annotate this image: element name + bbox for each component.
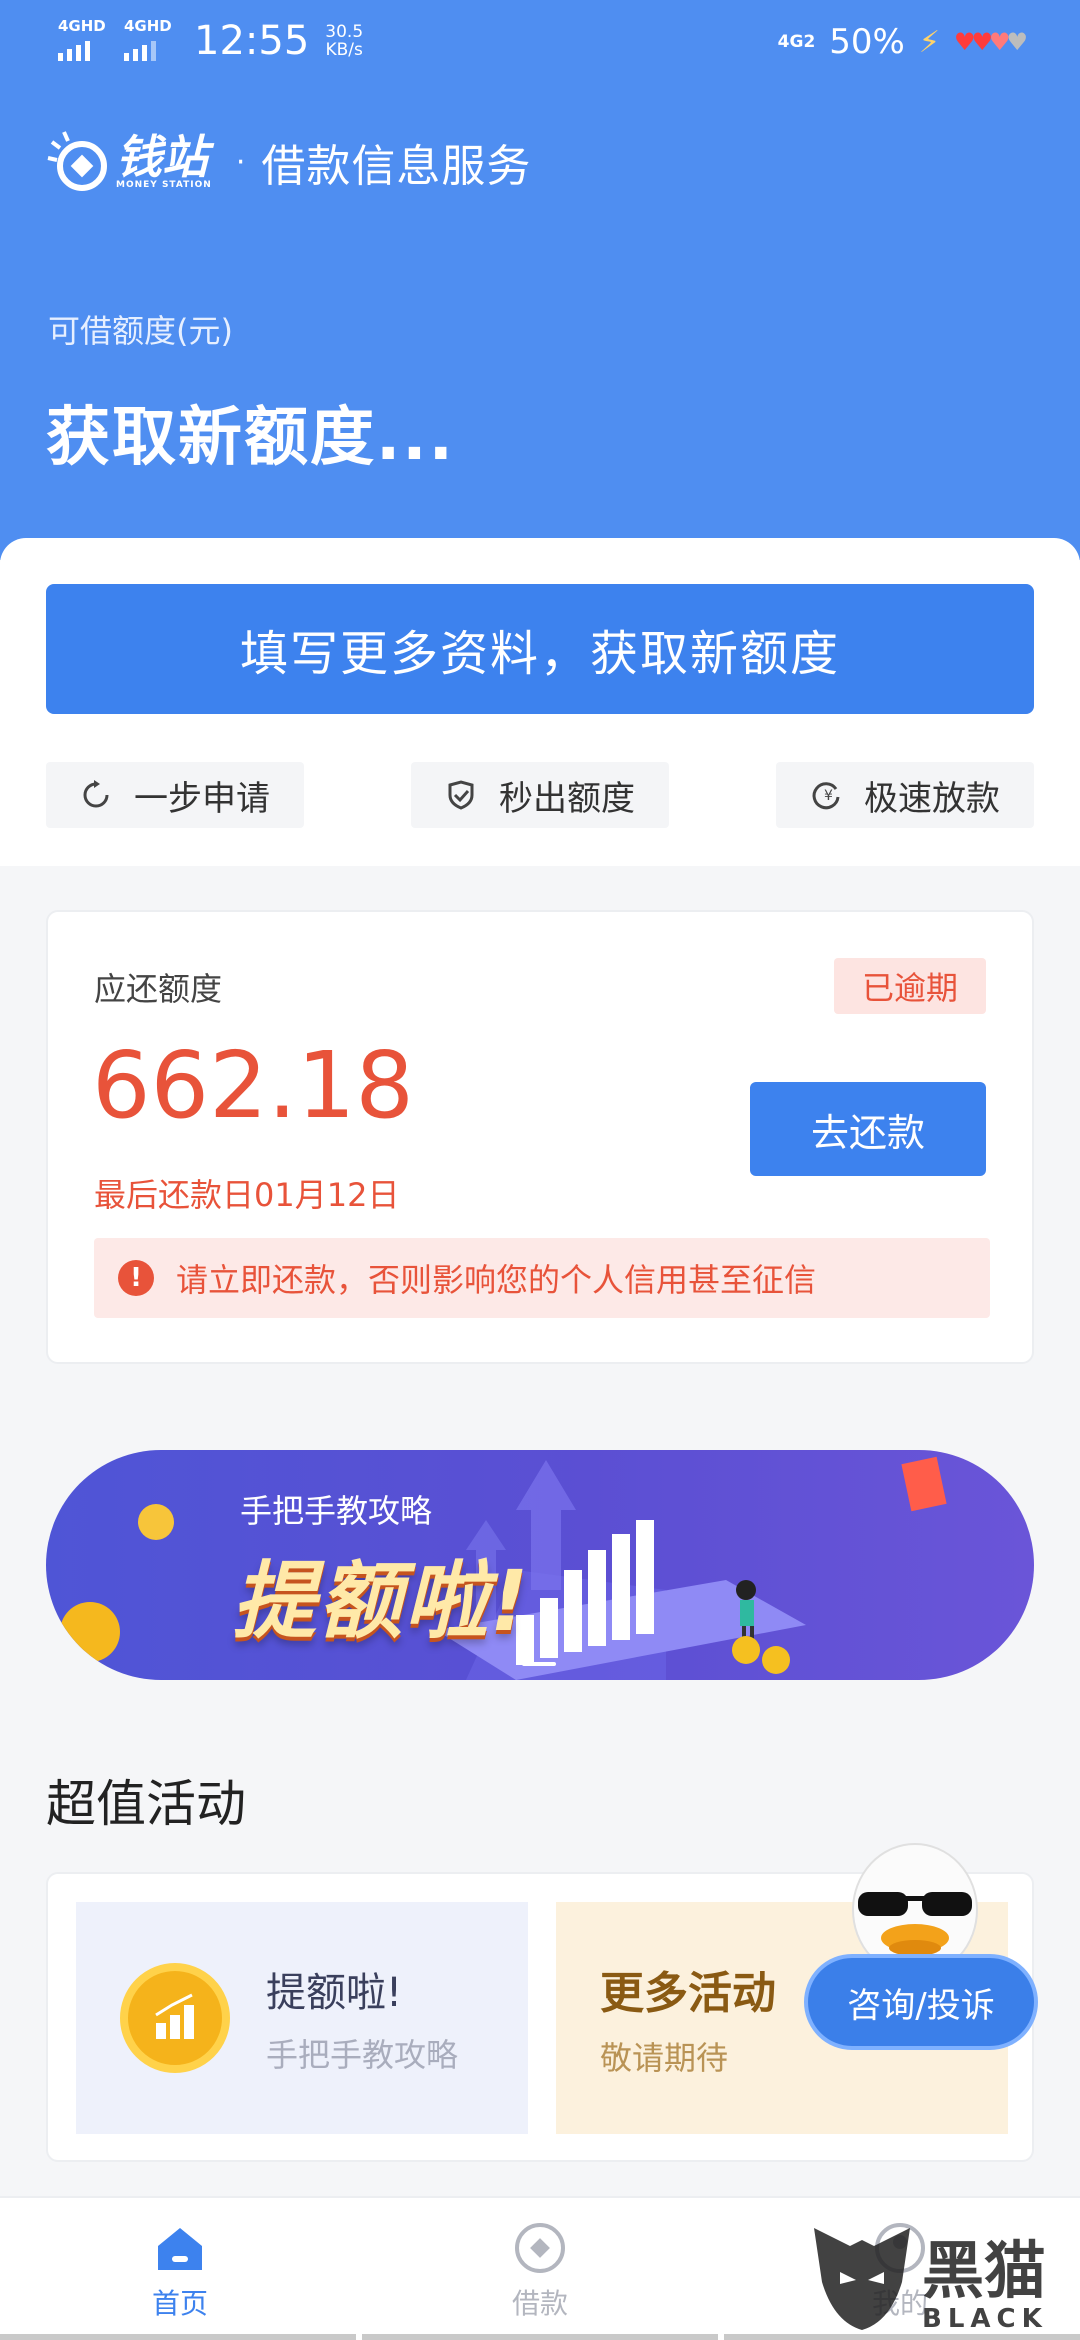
- consult-button[interactable]: 咨询/投诉: [804, 1954, 1038, 2050]
- feature-label: 一步申请: [134, 778, 270, 819]
- feature-item: ¥ 极速放款: [776, 762, 1034, 828]
- speed-value: 30.5: [325, 22, 364, 42]
- activity-quota-tips[interactable]: 提额啦! 手把手教攻略: [76, 1902, 528, 2134]
- battery-percent: 50%: [829, 22, 905, 62]
- coin-chart-icon: [120, 1963, 230, 2073]
- tab-home[interactable]: 首页: [80, 2220, 280, 2322]
- signal-icon: 4GHD: [58, 19, 108, 63]
- feature-label: 秒出额度: [499, 778, 635, 819]
- repayment-card: 应还额度 已逾期 662.18 最后还款日01月12日 去还款 ! 请立即还款，…: [46, 910, 1034, 1364]
- banner-illustration: [60, 1456, 947, 1680]
- signal-icon: 4GHD: [124, 19, 174, 63]
- tab-loan[interactable]: 借款: [440, 2220, 640, 2322]
- logo-icon: [46, 130, 110, 194]
- quota-label: 可借额度(元): [48, 312, 233, 350]
- repayment-title: 应还额度: [94, 970, 223, 1008]
- due-date: 最后还款日01月12日: [94, 1176, 400, 1214]
- cat-logo-icon: [814, 2228, 910, 2330]
- yen-cycle-icon: ¥: [812, 782, 840, 810]
- logo-en: MONEY STATION: [116, 180, 212, 190]
- overdue-warning: ! 请立即还款，否则影响您的个人信用甚至征信: [94, 1238, 990, 1318]
- banner-headline: 提额啦!: [232, 1552, 531, 1650]
- loan-icon: [515, 2223, 565, 2273]
- promo-banner[interactable]: 手把手教攻略 提额啦!: [46, 1450, 1034, 1680]
- banner-subtitle: 手把手教攻略: [240, 1492, 433, 1530]
- activity-title: 提额啦!: [266, 1970, 403, 2016]
- apply-card: 填写更多资料，获取新额度 一步申请 秒出额度 ¥ 极速放款: [0, 538, 1080, 866]
- feature-list: 一步申请 秒出额度 ¥ 极速放款: [46, 762, 1034, 828]
- signal-label: 4GHD: [124, 17, 172, 35]
- logo-cn: 钱站: [116, 130, 208, 184]
- charging-icon: ⚡: [918, 24, 940, 60]
- network-type: 4G2: [777, 32, 816, 52]
- alert-icon: !: [118, 1260, 154, 1296]
- overdue-badge: 已逾期: [834, 958, 986, 1014]
- signal-label: 4GHD: [58, 17, 106, 35]
- hearts-battery-icon: ♥♥♥♥: [953, 28, 1028, 56]
- brand-separator: ·: [235, 144, 246, 180]
- repayment-amount: 662.18: [92, 1032, 414, 1139]
- consult-widget[interactable]: 咨询/投诉: [800, 1830, 1050, 2070]
- tab-label: 首页: [151, 2287, 208, 2320]
- section-title: 超值活动: [46, 1775, 246, 1833]
- feature-item: 一步申请: [46, 762, 304, 828]
- carousel-indicator: [522, 1662, 556, 1666]
- clock: 12:55: [194, 18, 310, 64]
- header: 4GHD 4GHD 12:55 30.5 KB/s 4G2 50% ⚡ ♥♥♥♥: [0, 0, 1080, 560]
- shield-check-icon: [448, 780, 474, 810]
- svg-text:¥: ¥: [824, 788, 833, 804]
- system-nav-bar: [0, 2334, 1080, 2340]
- brand-subtitle: 借款信息服务: [261, 141, 532, 192]
- watermark-cn: 黑猫: [922, 2234, 1047, 2307]
- repay-button[interactable]: 去还款: [750, 1082, 986, 1176]
- refresh-icon: [83, 780, 109, 808]
- quota-value: 获取新额度...: [46, 401, 455, 475]
- feature-label: 极速放款: [864, 778, 1000, 819]
- tab-label: 借款: [511, 2287, 568, 2320]
- feature-item: 秒出额度: [411, 762, 669, 828]
- brand: 钱站 MONEY STATION · 借款信息服务: [46, 120, 531, 204]
- warning-text: 请立即还款，否则影响您的个人信用甚至征信: [176, 1261, 817, 1299]
- activity-subtitle: 手把手教攻略: [266, 2036, 459, 2074]
- logo-wordmark: 钱站 MONEY STATION: [116, 134, 212, 190]
- status-bar: 4GHD 4GHD 12:55 30.5 KB/s 4G2 50% ⚡ ♥♥♥♥: [0, 0, 1080, 80]
- watermark: 黑猫 BLACK CAT: [810, 2220, 1080, 2340]
- speed-unit: KB/s: [325, 40, 363, 60]
- network-speed: 30.5 KB/s: [325, 23, 363, 59]
- home-icon: [158, 2228, 202, 2270]
- get-quota-button[interactable]: 填写更多资料，获取新额度: [46, 584, 1034, 714]
